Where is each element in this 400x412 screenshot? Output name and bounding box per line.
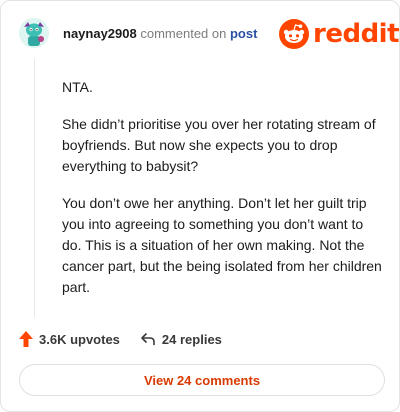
reddit-wordmark: reddit <box>313 19 400 49</box>
username-link[interactable]: naynay2908 <box>63 26 137 41</box>
upvote-button[interactable]: 3.6K upvotes <box>19 331 120 347</box>
user-avatar[interactable] <box>19 18 49 48</box>
upvote-arrow-icon <box>19 331 33 347</box>
view-comments-button[interactable]: View 24 comments <box>19 364 385 396</box>
reply-count: 24 replies <box>161 331 222 347</box>
reddit-logo[interactable]: reddit <box>279 19 400 49</box>
upvote-count: 3.6K upvotes <box>39 331 120 347</box>
comment-body: NTA. She didn’t prioritise you over her … <box>62 77 382 314</box>
comment-actions: 3.6K upvotes 24 replies <box>19 331 222 347</box>
action-text: commented on <box>140 26 227 41</box>
reply-arrow-icon <box>141 333 155 346</box>
comment-card: naynay2908 commented on post reddit NTA.… <box>0 0 400 412</box>
comment-paragraph: She didn’t prioritise you over her rotat… <box>62 116 376 174</box>
comment-header: naynay2908 commented on post <box>63 26 257 42</box>
comment-paragraph: You don’t owe her anything. Don’t let he… <box>62 195 382 295</box>
snoo-avatar-icon <box>19 18 49 48</box>
thread-line[interactable] <box>34 59 35 317</box>
comment-paragraph: NTA. <box>62 79 93 95</box>
reddit-alien-icon <box>279 19 309 49</box>
post-link[interactable]: post <box>230 26 257 41</box>
reply-button[interactable]: 24 replies <box>140 332 222 347</box>
